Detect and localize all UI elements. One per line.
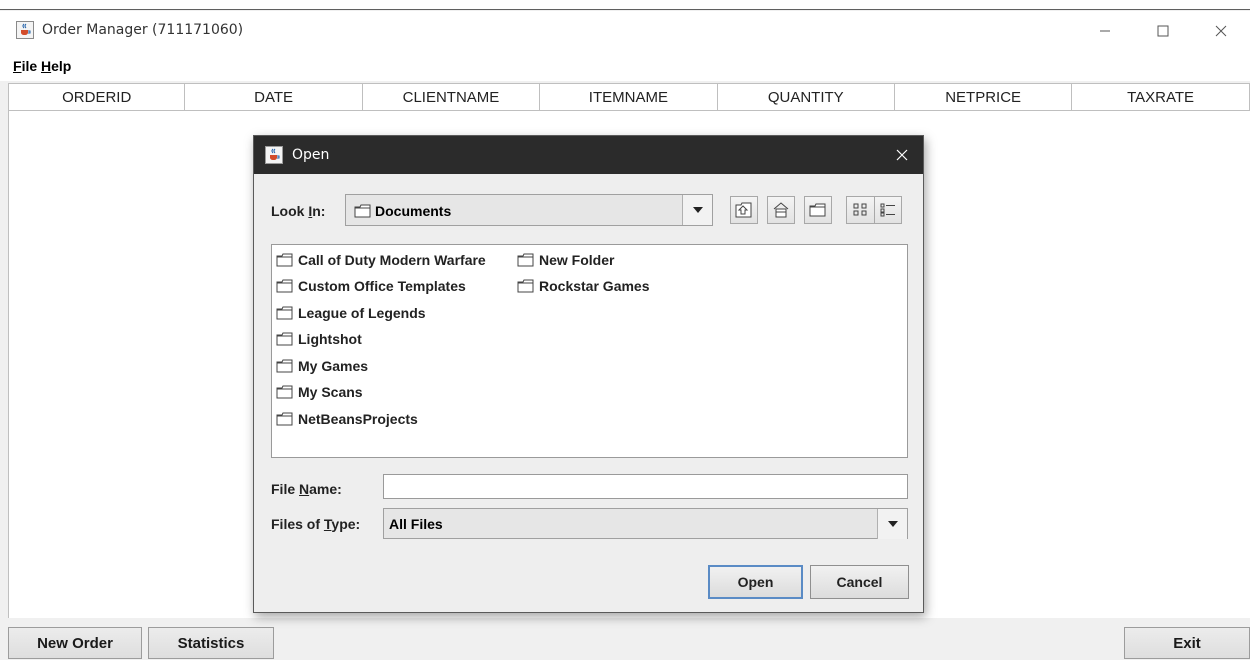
file-item[interactable]: NetBeansProjects xyxy=(276,407,418,431)
file-item-name: My Games xyxy=(298,358,369,374)
new-folder-icon xyxy=(809,203,826,217)
folder-icon xyxy=(276,253,293,267)
file-item-name: New Folder xyxy=(539,252,615,268)
file-item[interactable]: League of Legends xyxy=(276,301,426,325)
close-icon xyxy=(896,149,908,161)
java-cup-icon xyxy=(16,21,34,39)
column-header-date[interactable]: DATE xyxy=(185,84,363,110)
file-item[interactable]: New Folder xyxy=(517,248,614,272)
look-in-label-suffix: n: xyxy=(312,203,326,219)
file-name-label-prefix: File xyxy=(271,481,300,497)
look-in-label: Look In: xyxy=(271,203,325,219)
folder-icon xyxy=(276,332,293,346)
folder-icon xyxy=(276,306,293,320)
close-icon xyxy=(1215,25,1227,37)
file-name-input[interactable] xyxy=(383,474,908,499)
title-bar[interactable]: Order Manager (711171060) xyxy=(0,11,1250,51)
file-item-name: Rockstar Games xyxy=(539,278,650,294)
menu-bar: File Help xyxy=(0,51,1250,81)
open-button[interactable]: Open xyxy=(708,565,803,599)
menu-file[interactable]: File xyxy=(13,58,37,74)
close-button[interactable] xyxy=(1198,11,1244,51)
look-in-label-prefix: Look xyxy=(271,203,309,219)
home-icon xyxy=(773,202,789,218)
details-view-button[interactable] xyxy=(874,196,902,224)
folder-icon xyxy=(354,204,371,218)
column-header-quantity[interactable]: QUANTITY xyxy=(718,84,895,110)
folder-icon xyxy=(276,359,293,373)
column-header-taxrate[interactable]: TAXRATE xyxy=(1072,84,1250,110)
file-item-name: Lightshot xyxy=(298,331,362,347)
minimize-button[interactable] xyxy=(1082,11,1128,51)
file-item[interactable]: Custom Office Templates xyxy=(276,274,466,298)
files-of-type-label-suffix: ype: xyxy=(331,516,361,532)
new-order-button[interactable]: New Order xyxy=(8,627,142,659)
dialog-title: Open xyxy=(292,147,330,163)
dialog-title-bar[interactable]: Open xyxy=(254,136,923,174)
folder-icon xyxy=(517,253,534,267)
menu-help-label: elp xyxy=(51,58,72,74)
files-of-type-label: Files of Type: xyxy=(271,516,360,532)
menu-file-label: ile xyxy=(21,58,38,74)
files-of-type-label-prefix: Files of xyxy=(271,516,324,532)
exit-button[interactable]: Exit xyxy=(1124,627,1250,659)
file-item-name: My Scans xyxy=(298,384,363,400)
column-header-orderid[interactable]: ORDERID xyxy=(8,84,186,110)
minimize-icon xyxy=(1100,30,1110,32)
orders-table-header: ORDERID DATE CLIENTNAME ITEMNAME QUANTIT… xyxy=(8,83,1250,111)
statistics-button[interactable]: Statistics xyxy=(148,627,274,659)
menu-help[interactable]: Help xyxy=(41,58,71,74)
file-name-label-mnemonic: N xyxy=(299,481,310,497)
chevron-down-icon[interactable] xyxy=(682,195,712,225)
menu-file-mnemonic: F xyxy=(13,58,22,74)
list-view-button[interactable] xyxy=(846,196,874,224)
open-file-dialog: Open Look In: Documents Call of Duty Mod… xyxy=(253,135,924,613)
column-header-itemname[interactable]: ITEMNAME xyxy=(540,84,718,110)
file-item[interactable]: My Games xyxy=(276,354,368,378)
cancel-button[interactable]: Cancel xyxy=(810,565,909,599)
file-name-label: File Name: xyxy=(271,481,342,497)
dialog-close-button[interactable] xyxy=(882,136,922,174)
file-item[interactable]: Rockstar Games xyxy=(517,274,650,298)
list-view-icon xyxy=(853,203,866,216)
file-item[interactable]: Lightshot xyxy=(276,327,362,351)
folder-icon xyxy=(276,279,293,293)
menu-help-mnemonic: H xyxy=(41,58,52,74)
java-cup-icon xyxy=(265,146,283,164)
file-item-name: Custom Office Templates xyxy=(298,278,466,294)
up-one-level-button[interactable] xyxy=(730,196,758,224)
file-item-name: NetBeansProjects xyxy=(298,411,418,427)
details-view-icon xyxy=(880,203,895,217)
file-list[interactable]: Call of Duty Modern Warfare Custom Offic… xyxy=(271,244,908,458)
file-name-label-suffix: ame: xyxy=(309,481,342,497)
folder-icon xyxy=(276,385,293,399)
files-of-type-value: All Files xyxy=(389,516,443,532)
folder-icon xyxy=(517,279,534,293)
files-of-type-dropdown[interactable]: All Files xyxy=(383,508,908,539)
look-in-dropdown[interactable]: Documents xyxy=(345,194,713,226)
column-header-clientname[interactable]: CLIENTNAME xyxy=(363,84,541,110)
window-title: Order Manager (711171060) xyxy=(42,22,244,38)
file-item-name: Call of Duty Modern Warfare xyxy=(298,252,486,268)
folder-icon xyxy=(276,412,293,426)
new-folder-button[interactable] xyxy=(804,196,832,224)
chevron-down-icon[interactable] xyxy=(877,509,907,539)
window-top-edge xyxy=(0,0,1250,10)
file-item[interactable]: Call of Duty Modern Warfare xyxy=(276,248,486,272)
column-header-netprice[interactable]: NETPRICE xyxy=(895,84,1073,110)
up-one-level-icon xyxy=(735,202,752,218)
maximize-button[interactable] xyxy=(1140,11,1186,51)
file-item-name: League of Legends xyxy=(298,305,426,321)
file-item[interactable]: My Scans xyxy=(276,380,363,404)
home-button[interactable] xyxy=(767,196,795,224)
maximize-icon xyxy=(1157,25,1169,37)
look-in-value: Documents xyxy=(375,203,452,219)
